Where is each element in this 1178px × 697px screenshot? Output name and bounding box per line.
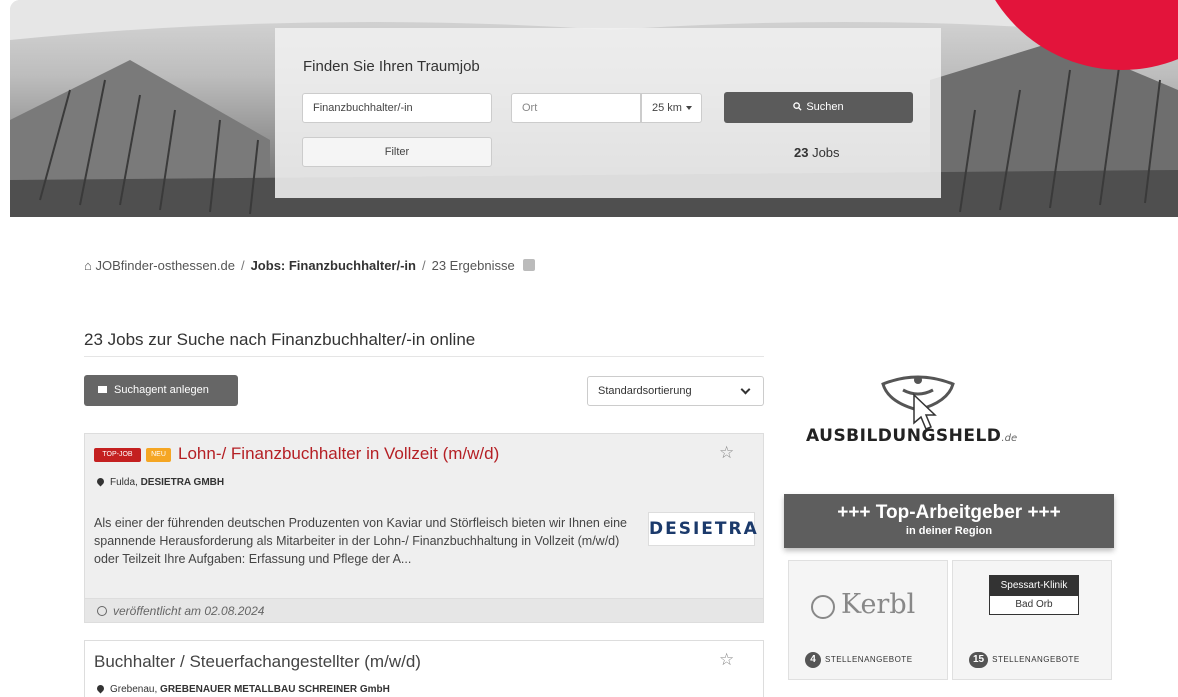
published-date: veröffentlicht am 02.08.2024 [85, 598, 763, 622]
search-button[interactable]: Suchen [724, 92, 913, 123]
map-pin-icon [95, 476, 106, 487]
radius-value: 25 km [652, 102, 682, 114]
top-job-badge: TOP-JOB [94, 448, 141, 462]
ausbildungsheld-suffix: .de [1001, 433, 1018, 444]
breadcrumb-results: 23 Ergebnisse [431, 258, 515, 273]
star-icon[interactable]: ☆ [719, 650, 734, 670]
offers-label: STELLENANGEBOTE [825, 655, 913, 665]
employer-name-bottom: Bad Orb [1015, 599, 1053, 610]
top-employers-title: +++ Top-Arbeitgeber +++ [837, 502, 1061, 523]
search-button-label: Suchen [806, 101, 844, 113]
map-pin-icon [95, 683, 106, 694]
job-title-input[interactable]: Finanzbuchhalter/-in [302, 93, 492, 123]
create-search-agent-button[interactable]: Suchagent anlegen [84, 375, 238, 406]
offers-number: 4 [805, 652, 821, 668]
search-panel: Finden Sie Ihren Traumjob Finanzbuchhalt… [275, 28, 941, 198]
envelope-icon [98, 386, 107, 393]
job-count-suffix: Jobs [808, 145, 840, 160]
job-company: DESIETRA GMBH [140, 477, 225, 488]
breadcrumb: ⌂ JOBfinder-osthessen.de / Jobs: Finanzbuc… [84, 258, 535, 273]
search-icon [793, 102, 802, 111]
filter-button[interactable]: Filter [302, 137, 492, 167]
top-employers-banner: +++ Top-Arbeitgeber +++ in deiner Region [784, 494, 1114, 548]
caret-down-icon [685, 106, 692, 111]
job-count-number: 23 [794, 145, 809, 160]
breadcrumb-home-link[interactable]: JOBfinder-osthessen.de [95, 258, 234, 273]
company-logo[interactable]: DESIETRA [648, 512, 757, 546]
mouse-cursor-icon [913, 393, 937, 430]
job-count: 23 Jobs [794, 145, 840, 160]
breadcrumb-current[interactable]: Jobs: Finanzbuchhalter/-in [251, 258, 416, 273]
offers-label: STELLENANGEBOTE [992, 655, 1080, 665]
search-title: Finden Sie Ihren Traumjob [303, 58, 480, 75]
new-badge: NEU [146, 448, 171, 462]
job-card[interactable]: TOP-JOB NEU Lohn-/ Finanzbuchhalter in V… [84, 433, 764, 623]
employer-name: Kerbl [841, 589, 916, 620]
ausbildungsheld-name: AUSBILDUNGSHELD [806, 426, 1002, 446]
offers-number: 15 [969, 652, 989, 668]
job-description: Als einer der führenden deutschen Produz… [94, 516, 627, 566]
job-city: Fulda, [110, 477, 141, 488]
job-card[interactable]: Buchhalter / Steuerfachangestellter (m/w… [84, 640, 764, 697]
star-icon[interactable]: ☆ [719, 443, 734, 463]
job-offers-count: 15 STELLENANGEBOTE [969, 652, 1080, 668]
job-location: Fulda, DESIETRA GMBH [95, 476, 225, 488]
job-city: Grebenau, [110, 684, 161, 695]
job-title-link[interactable]: Lohn-/ Finanzbuchhalter in Vollzeit (m/w… [178, 444, 499, 464]
job-company: GREBENAUER METALLBAU SCHREINER GmbH [160, 684, 390, 695]
search-agent-label: Suchagent anlegen [114, 384, 209, 396]
job-location: Grebenau, GREBENAUER METALLBAU SCHREINER… [95, 683, 390, 695]
chevron-down-icon [740, 384, 751, 395]
employer-tile-spessart-klinik[interactable]: Spessart-Klinik Bad Orb 15 STELLENANGEBOT… [952, 560, 1112, 680]
kerbl-logo-icon [811, 595, 835, 619]
employer-name-top: Spessart-Klinik [990, 576, 1078, 596]
job-offers-count: 4 STELLENANGEBOTE [805, 652, 913, 668]
employer-tile-kerbl[interactable]: Kerbl 4 STELLENANGEBOTE [788, 560, 948, 680]
radius-select[interactable]: 25 km [641, 93, 702, 123]
location-input[interactable]: Ort [511, 93, 641, 123]
results-heading: 23 Jobs zur Suche nach Finanzbuchhalter/… [84, 330, 476, 349]
sort-select[interactable]: Standardsortierung [587, 376, 764, 406]
published-text: veröffentlicht am 02.08.2024 [113, 604, 265, 618]
top-employers-subtitle: in deiner Region [905, 525, 993, 537]
job-title-link[interactable]: Buchhalter / Steuerfachangestellter (m/w… [94, 652, 421, 672]
hero-banner: Finden Sie Ihren Traumjob Finanzbuchhalt… [10, 0, 1178, 217]
home-icon: ⌂ [84, 258, 92, 273]
rss-icon[interactable] [522, 259, 535, 271]
sort-value: Standardsortierung [598, 385, 692, 397]
divider [84, 356, 764, 357]
spessart-klinik-logo: Spessart-Klinik Bad Orb [989, 575, 1079, 615]
top-employers-widget: +++ Top-Arbeitgeber +++ in deiner Region… [784, 494, 1114, 697]
clock-icon [97, 606, 107, 616]
